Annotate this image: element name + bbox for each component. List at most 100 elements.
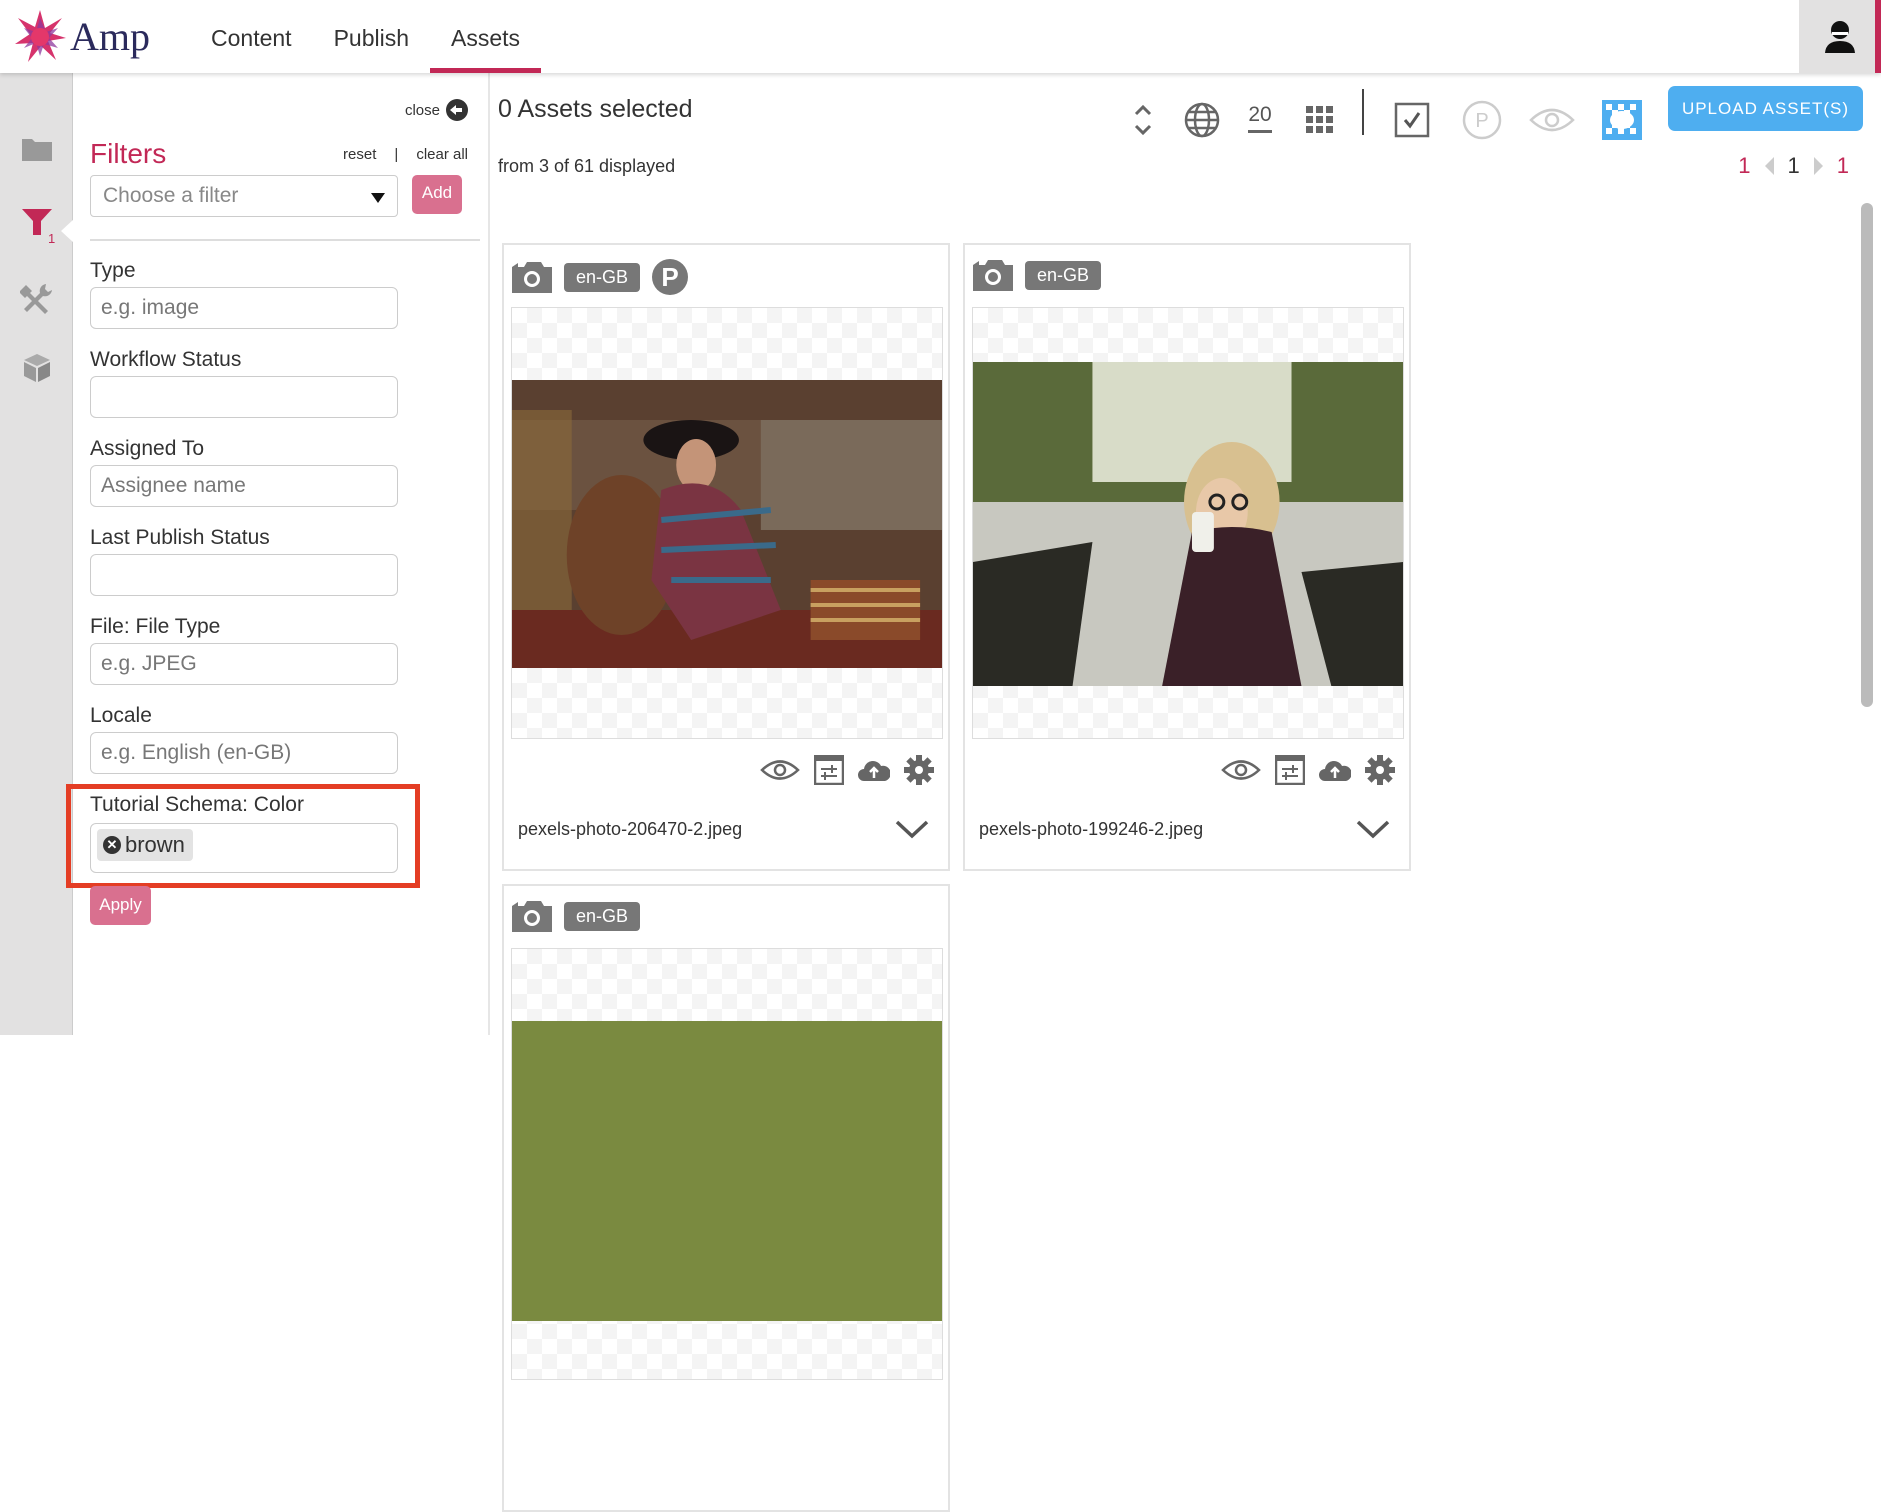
- choose-filter-select[interactable]: Choose a filter: [90, 175, 398, 217]
- page-size-button[interactable]: 20: [1240, 93, 1280, 143]
- card-header: en-GB: [973, 259, 1102, 291]
- eye-icon[interactable]: [760, 757, 800, 783]
- reset-link[interactable]: reset: [343, 146, 376, 163]
- card-header: en-GB: [512, 900, 641, 932]
- metadata-icon[interactable]: [1275, 755, 1305, 785]
- asset-thumbnail[interactable]: [511, 948, 943, 1380]
- asset-card[interactable]: en-GB: [502, 884, 950, 1512]
- grid-view-button[interactable]: [1302, 95, 1338, 145]
- pagination: 1 1 1: [1738, 153, 1849, 179]
- transparency-icon: [1602, 100, 1642, 140]
- apply-button[interactable]: Apply: [90, 886, 151, 925]
- scrollbar-thumb[interactable]: [1861, 203, 1873, 707]
- card-actions: [1221, 755, 1395, 785]
- page-size-value: 20: [1248, 103, 1272, 126]
- close-filters-link[interactable]: close: [405, 99, 468, 121]
- card-header: en-GB P: [512, 259, 689, 295]
- photo-woman-hat: [512, 380, 942, 668]
- publish-p-icon: P: [1462, 100, 1502, 140]
- file-type-label: File: File Type: [90, 615, 221, 638]
- asset-thumbnail[interactable]: [511, 307, 943, 739]
- cloud-upload-icon[interactable]: [1319, 757, 1351, 783]
- chip-label: brown: [125, 832, 185, 857]
- sort-arrows-icon: [1134, 104, 1152, 136]
- tools-icon[interactable]: [20, 281, 54, 315]
- grid-icon: [1306, 106, 1333, 133]
- main-nav: Content Publish Assets: [190, 0, 542, 73]
- user-icon: [1825, 20, 1855, 53]
- back-arrow-icon: [446, 99, 468, 121]
- asset-filename[interactable]: pexels-photo-199246-2.jpeg: [979, 819, 1203, 840]
- chevron-down-icon[interactable]: [1355, 817, 1391, 841]
- asset-card[interactable]: en-GB P pexels-photo-206470-2.jpeg: [502, 243, 950, 871]
- asset-thumbnail[interactable]: [972, 307, 1404, 739]
- gear-icon[interactable]: [1365, 755, 1395, 785]
- filter-rail-button[interactable]: 1: [20, 205, 60, 249]
- filter-links: reset | clear all: [343, 146, 468, 163]
- tab-content[interactable]: Content: [190, 0, 313, 73]
- workflow-status-input[interactable]: [90, 376, 398, 418]
- type-label: Type: [90, 259, 136, 282]
- add-filter-button[interactable]: Add: [412, 175, 462, 214]
- dropdown-caret-icon: [371, 193, 385, 203]
- file-type-input[interactable]: e.g. JPEG: [90, 643, 398, 685]
- globe-icon: [1184, 102, 1220, 138]
- gear-icon[interactable]: [904, 755, 934, 785]
- prev-page-icon[interactable]: [1764, 157, 1774, 175]
- assigned-to-input[interactable]: Assignee name: [90, 465, 398, 507]
- type-input[interactable]: e.g. image: [90, 287, 398, 329]
- camera-icon: [512, 262, 552, 293]
- asset-card[interactable]: en-GB pexels-photo-199246-2.jpeg: [963, 243, 1411, 871]
- selection-subtitle: from 3 of 61 displayed: [498, 156, 676, 176]
- link-separator: |: [394, 146, 399, 163]
- chevron-down-icon[interactable]: [894, 817, 930, 841]
- photo-grass: [512, 1021, 942, 1321]
- cube-icon[interactable]: [20, 351, 54, 385]
- last-publish-status-input[interactable]: [90, 554, 398, 596]
- assigned-to-label: Assigned To: [90, 437, 205, 460]
- last-page-link[interactable]: 1: [1837, 153, 1849, 179]
- filters-title: Filters: [90, 138, 167, 169]
- eye-icon[interactable]: [1221, 757, 1261, 783]
- last-publish-status-label: Last Publish Status: [90, 526, 270, 549]
- close-label: close: [404, 101, 440, 119]
- workflow-status-label: Workflow Status: [90, 348, 242, 371]
- asset-filename[interactable]: pexels-photo-206470-2.jpeg: [518, 819, 742, 840]
- active-pointer: [61, 219, 74, 243]
- camera-icon: [973, 260, 1013, 291]
- upload-assets-button[interactable]: UPLOAD ASSET(S): [1668, 86, 1863, 131]
- color-input[interactable]: ✕ brown: [90, 823, 398, 873]
- select-all-button[interactable]: [1392, 95, 1432, 145]
- top-bar: Amp Content Publish Assets: [0, 0, 1881, 73]
- folder-icon[interactable]: [20, 133, 54, 167]
- eye-icon: [1529, 108, 1575, 132]
- tab-assets[interactable]: Assets: [430, 0, 542, 73]
- transparency-toggle[interactable]: [1602, 95, 1642, 145]
- sort-button[interactable]: [1128, 95, 1158, 145]
- metadata-icon[interactable]: [814, 755, 844, 785]
- publish-button[interactable]: P: [1462, 95, 1502, 145]
- first-page-link[interactable]: 1: [1738, 153, 1750, 179]
- checkbox-icon: [1394, 102, 1430, 138]
- filter-count-badge: 1: [48, 231, 56, 246]
- photo-woman-coffee: [973, 362, 1403, 686]
- locale-button[interactable]: [1182, 95, 1222, 145]
- tab-publish[interactable]: Publish: [313, 0, 430, 73]
- card-actions: [760, 755, 934, 785]
- toolbar-divider: [1362, 89, 1364, 135]
- choose-filter-placeholder: Choose a filter: [103, 184, 239, 207]
- next-page-icon[interactable]: [1813, 157, 1823, 175]
- locale-label: Locale: [90, 704, 152, 727]
- page-size-underline: [1248, 130, 1272, 133]
- filters-panel: close Filters reset | clear all Choose a…: [66, 73, 490, 1035]
- user-menu-button[interactable]: [1799, 0, 1881, 73]
- color-label: Tutorial Schema: Color: [90, 793, 304, 816]
- clear-all-link[interactable]: clear all: [416, 146, 468, 163]
- locale-input[interactable]: e.g. English (en-GB): [90, 732, 398, 774]
- remove-chip-icon[interactable]: ✕: [103, 836, 121, 854]
- app-logo[interactable]: Amp: [12, 8, 150, 64]
- preview-button[interactable]: [1528, 95, 1576, 145]
- cloud-upload-icon[interactable]: [858, 757, 890, 783]
- current-page: 1: [1787, 153, 1800, 178]
- locale-badge: en-GB: [1025, 260, 1102, 290]
